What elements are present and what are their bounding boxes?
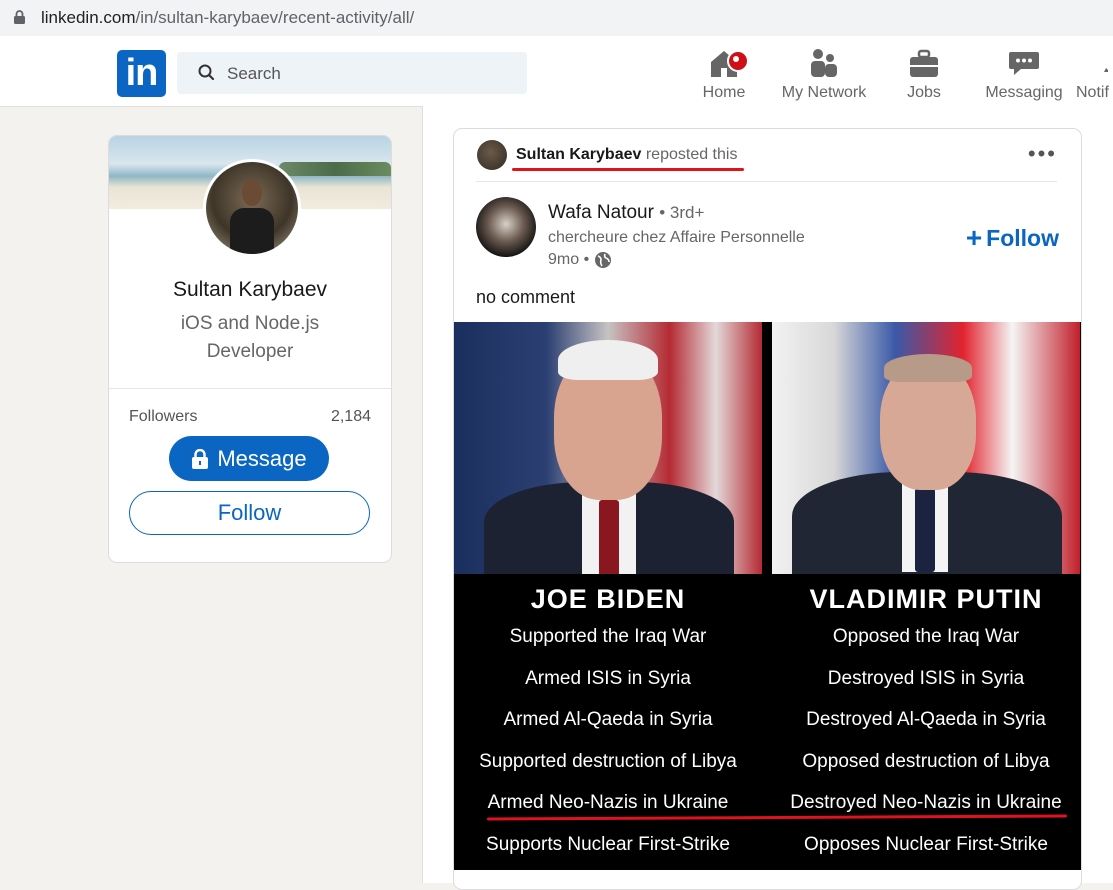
chat-bubble-icon (979, 46, 1069, 78)
post-timestamp: 9mo • (548, 251, 590, 268)
divider (109, 388, 391, 389)
meme-right-line: Opposed destruction of Libya (802, 750, 1050, 772)
profile-name[interactable]: Sultan Karybaev (109, 278, 391, 302)
people-icon (774, 46, 874, 78)
reposter-avatar[interactable] (477, 140, 507, 170)
post-text: no comment (476, 287, 576, 307)
divider (476, 181, 1057, 182)
meme-left-list: Supported the Iraq War Armed ISIS in Syr… (454, 622, 762, 872)
globe-icon (595, 252, 612, 268)
follow-button[interactable]: Follow (129, 491, 370, 535)
photo-right (772, 322, 1080, 574)
meme-right-line: Destroyed Neo-Nazis in Ukraine (790, 792, 1062, 814)
meme-left-line: Armed Al-Qaeda in Syria (503, 709, 713, 731)
address-field[interactable]: linkedin.com/in/sultan-karybaev/recent-a… (0, 0, 1113, 36)
lock-icon (14, 10, 25, 24)
followers-label: Followers (129, 408, 198, 425)
meme-panel-right: VLADIMIR PUTIN Opposed the Iraq War Dest… (772, 322, 1080, 870)
meme-right-title: VLADIMIR PUTIN (809, 584, 1043, 614)
reposter-name[interactable]: Sultan Karybaev (516, 146, 641, 163)
bell-icon (1076, 46, 1113, 78)
connection-degree: • 3rd+ (659, 203, 705, 222)
message-button-label: Message (217, 445, 307, 471)
post-time: 9mo • (548, 251, 612, 269)
meme-right-line: Destroyed Al-Qaeda in Syria (806, 709, 1046, 731)
follow-author-button[interactable]: + Follow (966, 221, 1059, 253)
plus-icon: + (965, 222, 983, 253)
url-text: linkedin.com/in/sultan-karybaev/recent-a… (41, 8, 414, 28)
nav-jobs[interactable]: Jobs (894, 46, 954, 102)
author-name-line: Wafa Natour • 3rd+ (548, 202, 704, 224)
top-navigation: in Home My Network Job (0, 38, 1113, 107)
annotation-underline (512, 168, 744, 171)
nav-messaging[interactable]: Messaging (979, 46, 1069, 102)
nav-home-label: Home (702, 84, 746, 101)
profile-headline: iOS and Node.js Developer (180, 313, 320, 362)
follow-author-label: Follow (986, 225, 1059, 251)
url-path: /in/sultan-karybaev/recent-activity/all/ (135, 8, 415, 27)
followers-count: 2,184 (330, 408, 371, 425)
nav-messaging-label: Messaging (985, 84, 1063, 101)
author-name[interactable]: Wafa Natour (548, 202, 654, 223)
search-input[interactable] (225, 52, 509, 96)
feed-post: Sultan Karybaev reposted this ••• Wafa N… (453, 128, 1082, 890)
url-host: linkedin.com (41, 8, 136, 27)
notification-badge (727, 50, 749, 72)
author-avatar[interactable] (476, 197, 536, 257)
search-icon (198, 64, 215, 81)
meme-right-line: Opposes Nuclear First-Strike (804, 833, 1048, 855)
nav-notifications-label: Notif (1076, 84, 1109, 101)
meme-left-line: Supported the Iraq War (509, 626, 707, 647)
meme-panel-left: JOE BIDEN Supported the Iraq War Armed I… (454, 322, 762, 870)
meme-left-line: Supports Nuclear First-Strike (486, 833, 730, 855)
author-headline: chercheure chez Affaire Personnelle (548, 229, 805, 246)
profile-card: Sultan Karybaev iOS and Node.js Develope… (108, 135, 392, 563)
post-image[interactable]: JOE BIDEN Supported the Iraq War Armed I… (454, 322, 1081, 870)
meme-right-line: Destroyed ISIS in Syria (827, 667, 1025, 689)
repost-text: reposted this (645, 146, 738, 163)
nav-notifications[interactable]: Notif (1076, 46, 1113, 102)
lock-icon (192, 448, 209, 469)
profile-avatar[interactable] (203, 159, 301, 257)
nav-jobs-label: Jobs (907, 84, 941, 101)
browser-address-bar[interactable]: linkedin.com/in/sultan-karybaev/recent-a… (0, 0, 1113, 38)
nav-my-network[interactable]: My Network (774, 46, 874, 102)
more-options-icon[interactable]: ••• (1028, 143, 1057, 165)
linkedin-logo[interactable]: in (117, 50, 166, 97)
photo-left (454, 322, 762, 574)
meme-left-line: Supported destruction of Libya (479, 750, 737, 772)
meme-left-line: Armed ISIS in Syria (525, 667, 691, 689)
meme-right-list: Opposed the Iraq War Destroyed ISIS in S… (772, 622, 1080, 872)
nav-my-network-label: My Network (781, 84, 867, 101)
briefcase-icon (894, 46, 954, 78)
meme-left-title: JOE BIDEN (530, 584, 686, 614)
meme-right-line: Opposed the Iraq War (832, 626, 1020, 647)
nav-home[interactable]: Home (694, 46, 754, 102)
search-box[interactable] (177, 52, 527, 96)
repost-header: Sultan Karybaev reposted this (516, 146, 737, 164)
message-button[interactable]: Message (169, 436, 329, 481)
meme-left-line: Armed Neo-Nazis in Ukraine (487, 792, 729, 814)
